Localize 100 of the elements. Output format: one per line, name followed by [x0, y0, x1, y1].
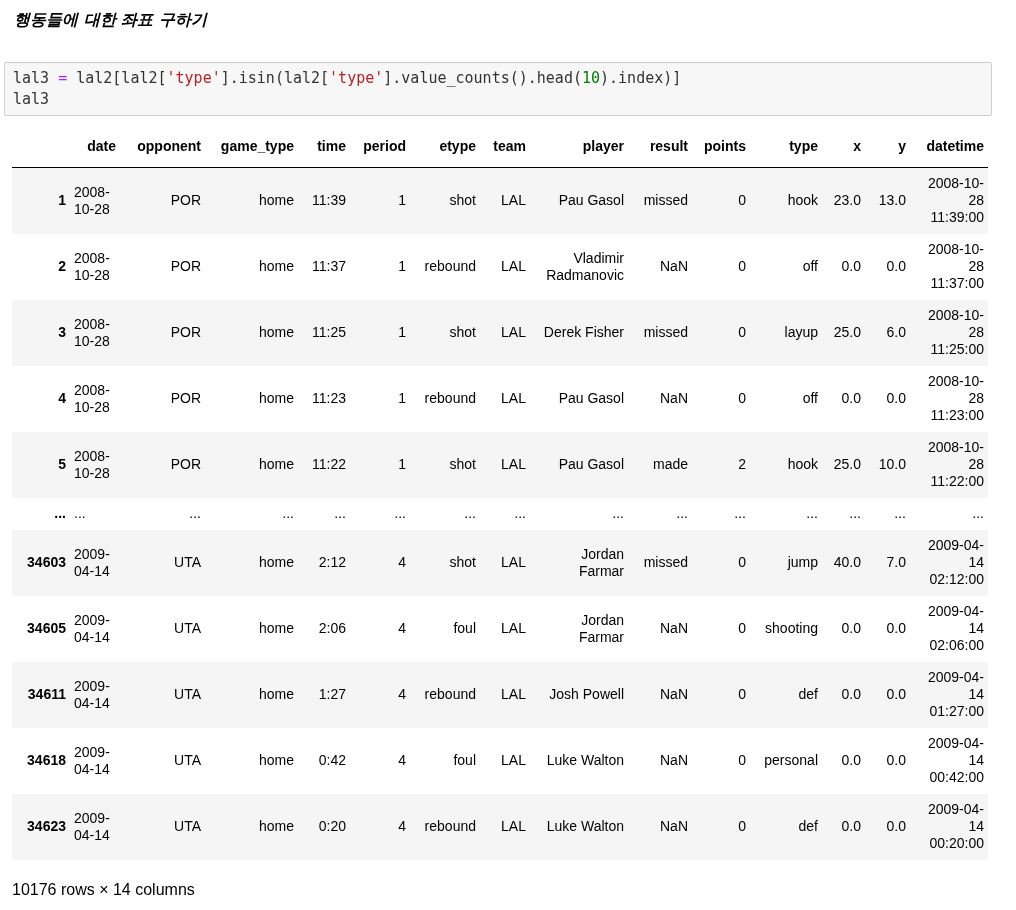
table-cell: 0	[738, 554, 746, 570]
row-index: 1	[58, 192, 66, 209]
table-cell: 6.0	[886, 324, 906, 340]
table-cell: 2008-10-28 11:39:00	[927, 175, 984, 226]
table-cell: off	[802, 390, 818, 406]
table-cell: 2:12	[318, 554, 346, 570]
table-cell: 4	[398, 554, 406, 570]
table-cell: 2	[738, 456, 746, 472]
row-index: 34611	[27, 686, 66, 702]
table-cell: 1	[398, 192, 406, 209]
table-cell: POR	[170, 324, 201, 340]
table-cell: ...	[734, 505, 746, 521]
row-index: 2	[58, 258, 66, 274]
table-cell: 11:39	[312, 192, 346, 209]
column-header: time	[317, 138, 346, 154]
table-cell: Luke Walton	[546, 818, 624, 834]
table-cell: NaN	[660, 390, 688, 406]
table-cell: shot	[449, 192, 476, 209]
table-cell: foul	[453, 620, 476, 636]
table-cell: home	[258, 192, 294, 209]
table-cell: 2008-10-28	[74, 447, 110, 481]
table-cell: ...	[334, 505, 346, 521]
table-cell: home	[258, 752, 294, 768]
table-cell: LAL	[501, 390, 526, 406]
table-cell: ...	[74, 505, 86, 521]
table-cell: 0.0	[886, 818, 906, 834]
table-cell: ...	[394, 505, 406, 521]
table-cell: home	[258, 324, 294, 340]
table-cell: 25.0	[833, 324, 861, 340]
table-cell: 13.0	[878, 192, 906, 209]
row-index: ...	[54, 505, 66, 521]
table-cell: foul	[453, 752, 476, 768]
table-cell: missed	[643, 192, 688, 209]
table-cell: ...	[189, 505, 201, 521]
table-cell: rebound	[424, 818, 476, 834]
table-cell: 0.0	[886, 390, 906, 406]
table-cell: ...	[849, 505, 861, 521]
table-cell: home	[258, 456, 294, 472]
table-cell: 23.0	[833, 192, 861, 209]
column-header: type	[789, 138, 818, 154]
row-index: 3	[58, 324, 66, 340]
table-cell: 1	[398, 456, 406, 472]
table-cell: 25.0	[833, 456, 861, 472]
table-cell: rebound	[424, 390, 476, 406]
table-cell: POR	[170, 390, 201, 406]
table-cell: LAL	[501, 192, 526, 209]
table-cell: 2008-10-28	[74, 315, 110, 349]
table-cell: shot	[449, 554, 476, 570]
table-cell: LAL	[501, 258, 526, 274]
code-cell[interactable]: lal3 = lal2[lal2['type'].isin(lal2['type'].value_counts().head(10).index)] lal3	[4, 62, 992, 116]
table-cell: 2008-10-28	[74, 249, 110, 283]
column-header: points	[704, 138, 746, 154]
table-cell: 4	[398, 686, 406, 702]
table-cell: 11:37	[312, 258, 346, 274]
table-cell: 2008-10-28 11:22:00	[927, 439, 984, 489]
table-cell: Luke Walton	[546, 752, 624, 768]
table-cell: 0.0	[886, 752, 906, 768]
table-cell: rebound	[424, 686, 476, 702]
table-cell: personal	[764, 752, 818, 768]
table-cell: 2009-04-14 00:42:00	[927, 735, 984, 785]
row-index: 34603	[27, 554, 66, 570]
table-cell: UTA	[174, 620, 201, 636]
table-cell: NaN	[660, 258, 688, 274]
table-cell: 4	[398, 818, 406, 834]
table-cell: UTA	[174, 686, 201, 702]
table-cell: LAL	[501, 456, 526, 472]
table-cell: 2008-10-28	[74, 381, 110, 415]
table-cell: Pau Gasol	[558, 390, 624, 406]
table-cell: 2009-04-14 02:06:00	[927, 603, 984, 653]
table-cell: home	[258, 258, 294, 274]
column-header: game_type	[220, 138, 294, 154]
row-index: 5	[58, 456, 66, 472]
table-cell: home	[258, 818, 294, 834]
table-cell: Josh Powell	[549, 686, 624, 702]
table-cell: 0.0	[841, 818, 861, 834]
table-cell: Jordan Farmar	[578, 545, 624, 579]
section-heading: 행동들에 대한 좌표 구하기	[14, 9, 209, 31]
table-cell: ...	[282, 505, 294, 521]
column-header: y	[898, 138, 906, 154]
table-cell: 0.0	[886, 686, 906, 702]
column-header: period	[363, 138, 406, 154]
table-cell: 0.0	[841, 686, 861, 702]
table-cell: 40.0	[833, 554, 861, 570]
row-index: 34623	[27, 818, 66, 834]
table-cell: Jordan Farmar	[578, 611, 624, 645]
table-cell: ...	[464, 505, 476, 521]
table-cell: 2009-04-14 00:20:00	[927, 801, 984, 851]
table-cell: missed	[643, 324, 688, 340]
table-cell: layup	[784, 324, 818, 340]
table-cell: 1	[398, 390, 406, 406]
table-cell: 2009-04-14 01:27:00	[927, 669, 984, 719]
table-cell: rebound	[424, 258, 476, 274]
table-cell: UTA	[174, 818, 201, 834]
table-cell: 11:22	[312, 456, 346, 472]
table-cell: Pau Gasol	[558, 192, 624, 209]
table-cell: LAL	[501, 620, 526, 636]
table-cell: 1	[398, 258, 406, 274]
table-cell: ...	[514, 505, 526, 521]
column-header: opponent	[137, 138, 201, 154]
table-cell: 0	[738, 752, 746, 768]
